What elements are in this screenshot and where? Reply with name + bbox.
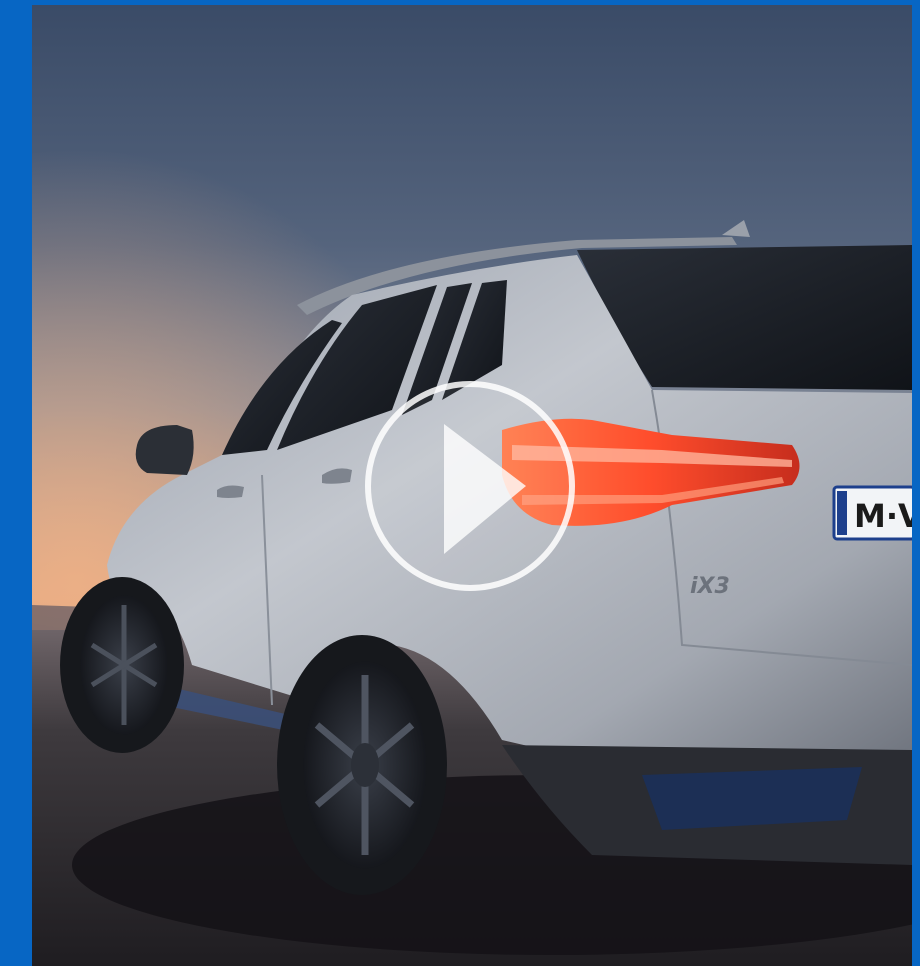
play-button[interactable] [364,380,576,592]
model-badge: iX3 [690,574,730,599]
video-player[interactable]: M·V iX3 [32,5,912,966]
play-icon [365,381,575,591]
license-plate-text: M·V [854,497,912,535]
page-frame: M·V iX3 [0,0,920,966]
